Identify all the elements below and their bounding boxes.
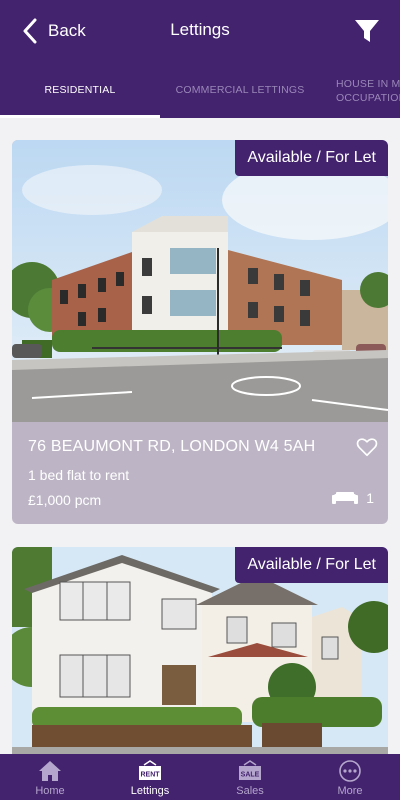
nav-more-label: More [337, 785, 363, 797]
bedroom-count-value: 1 [366, 490, 374, 506]
app-header: Back Lettings RESIDENTIAL COMMERCIAL LET… [0, 0, 400, 118]
category-tabs: RESIDENTIAL COMMERCIAL LETTINGS HOUSE IN… [0, 62, 400, 118]
availability-badge: Available / For Let [235, 547, 388, 583]
rent-sign-icon: RENT [139, 760, 161, 780]
tab-hmo-label: HOUSE IN MULTIPLE OCCUPATION [336, 78, 400, 104]
listing-address: 76 BEAUMONT RD, LONDON W4 5AH [28, 438, 316, 455]
top-bar: Back Lettings [0, 0, 400, 62]
listing-description: 1 bed flat to rent [28, 467, 130, 483]
filter-icon[interactable] [354, 18, 380, 44]
listing-card[interactable]: Available / For Let [12, 547, 388, 754]
availability-badge: Available / For Let [235, 140, 388, 176]
bottom-navigation: Home RENT Lettings SALE Sales More [0, 754, 400, 800]
bedroom-count: 1 [332, 490, 374, 506]
sale-sign-icon: SALE [239, 760, 261, 780]
sofa-icon [332, 492, 359, 504]
page-title: Lettings [170, 20, 230, 39]
tab-residential[interactable]: RESIDENTIAL [0, 62, 160, 118]
nav-lettings-label: Lettings [130, 785, 170, 797]
listing-price: £1,000 pcm [28, 492, 102, 508]
nav-more[interactable]: More [300, 754, 400, 800]
home-icon [39, 761, 61, 781]
property-photo-image [12, 140, 388, 422]
nav-lettings[interactable]: RENT Lettings [100, 754, 200, 800]
listing-card[interactable]: Available / For Let 76 BEAUMONT RD, LOND… [12, 140, 388, 524]
nav-sales-label: Sales [236, 785, 264, 797]
tab-house-in-multiple-occupation[interactable]: HOUSE IN MULTIPLE OCCUPATION [336, 62, 400, 118]
nav-home-label: Home [35, 785, 65, 797]
svg-text:SALE: SALE [241, 772, 260, 779]
nav-home[interactable]: Home [0, 754, 100, 800]
tab-commercial-lettings[interactable]: COMMERCIAL LETTINGS [160, 62, 320, 118]
listings-list[interactable]: Available / For Let 76 BEAUMONT RD, LOND… [0, 118, 400, 754]
svg-text:RENT: RENT [140, 772, 160, 779]
heart-icon[interactable] [356, 436, 378, 458]
property-photo[interactable]: Available / For Let [12, 547, 388, 754]
nav-sales[interactable]: SALE Sales [200, 754, 300, 800]
more-icon [339, 760, 361, 782]
listing-info[interactable]: 76 BEAUMONT RD, LONDON W4 5AH 1 bed flat… [12, 422, 388, 524]
property-photo[interactable]: Available / For Let [12, 140, 388, 422]
